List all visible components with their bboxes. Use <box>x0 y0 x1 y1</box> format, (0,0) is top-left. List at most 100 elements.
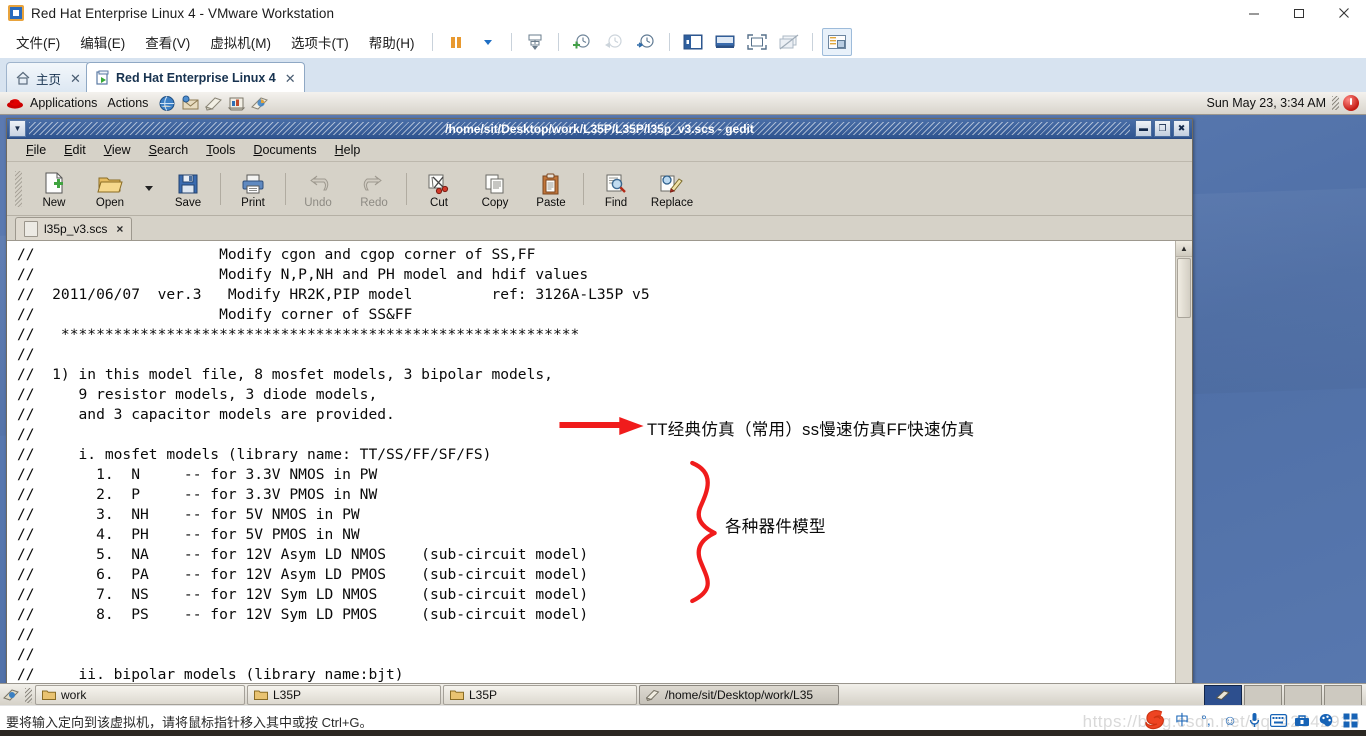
ime-mode-chinese[interactable]: 中 <box>1171 709 1193 731</box>
stretch-icon[interactable] <box>775 29 803 55</box>
magnifier-icon <box>604 169 628 195</box>
impress-icon[interactable] <box>227 95 246 112</box>
pause-icon[interactable] <box>442 29 470 55</box>
sidebar-icon[interactable] <box>679 29 707 55</box>
scroll-up-button[interactable]: ▲ <box>1176 241 1192 257</box>
unity-icon[interactable] <box>711 29 739 55</box>
replace-icon <box>659 169 685 195</box>
calc-icon[interactable] <box>250 95 269 112</box>
minimize-button[interactable] <box>1231 0 1276 26</box>
ime-toolbox[interactable] <box>1291 709 1313 731</box>
document-tab[interactable]: l35p_v3.scs × <box>15 217 133 240</box>
vmware-icon <box>8 5 24 21</box>
ime-emoji[interactable]: ☺ <box>1219 709 1241 731</box>
close-button[interactable]: ✖ <box>1173 120 1190 137</box>
snapshot-add-icon[interactable] <box>568 29 596 55</box>
copy-icon <box>483 169 507 195</box>
taskbar-item-l35p-2[interactable]: L35P <box>443 685 637 705</box>
window-menu-icon[interactable]: ▼ <box>9 120 26 137</box>
tab-home[interactable]: 主页 ✕ <box>6 62 90 93</box>
document-icon <box>24 221 38 237</box>
taskbar-item-gedit[interactable]: /home/sit/Desktop/work/L35 <box>639 685 839 705</box>
editor-text[interactable]: // Modify cgon and cgop corner of SS,FF … <box>7 241 1175 706</box>
taskbar-item-l35p-1[interactable]: L35P <box>247 685 441 705</box>
close-button[interactable] <box>1321 0 1366 26</box>
menu-file[interactable]: 文件(F) <box>6 32 70 52</box>
workspace-1[interactable] <box>1204 685 1242 706</box>
redhat-icon[interactable] <box>6 96 24 110</box>
gedit-document-tabbar: l35p_v3.scs × <box>7 216 1192 241</box>
snapshot-revert-icon[interactable] <box>600 29 628 55</box>
gedit-menu-help[interactable]: Help <box>326 143 370 157</box>
cut-button-label: Cut <box>430 196 448 209</box>
shutdown-icon[interactable] <box>1343 95 1359 111</box>
snapshot-manage-icon[interactable] <box>632 29 660 55</box>
menu-tabs[interactable]: 选项卡(T) <box>281 32 359 52</box>
new-button[interactable]: New <box>26 164 82 213</box>
scrollbar-thumb[interactable] <box>1177 258 1191 318</box>
maximize-button[interactable]: ❐ <box>1154 120 1171 137</box>
toolbar-grip[interactable] <box>15 170 22 207</box>
paste-button[interactable]: Paste <box>523 164 579 213</box>
close-icon[interactable]: ✕ <box>285 72 296 85</box>
gedit-icon <box>645 689 660 702</box>
gedit-menu-search[interactable]: Search <box>140 143 198 157</box>
gedit-menu-file[interactable]: File <box>17 143 55 157</box>
tab-rhel4[interactable]: Red Hat Enterprise Linux 4 ✕ <box>86 62 305 93</box>
workspace-3[interactable] <box>1284 685 1322 706</box>
sogou-logo-icon[interactable] <box>1142 708 1168 732</box>
toolbar-divider-2 <box>285 172 286 205</box>
copy-button[interactable]: Copy <box>467 164 523 213</box>
gedit-menu-edit[interactable]: Edit <box>55 143 95 157</box>
open-button[interactable]: Open <box>82 164 138 213</box>
gedit-menu-documents[interactable]: Documents <box>244 143 325 157</box>
ime-soft-keyboard[interactable] <box>1267 709 1289 731</box>
workspace-2[interactable] <box>1244 685 1282 706</box>
panel-clock[interactable]: Sun May 23, 3:34 AM <box>1206 96 1326 110</box>
gnome-bottom-panel: work L35P L35P /home/sit/Desktop/work/L3… <box>0 683 1366 706</box>
ime-skin[interactable] <box>1315 709 1337 731</box>
undo-arrow-icon <box>306 169 330 195</box>
workspace-4[interactable] <box>1324 685 1362 706</box>
ime-voice[interactable] <box>1243 709 1265 731</box>
taskbar-item-work[interactable]: work <box>35 685 245 705</box>
save-button-label: Save <box>174 196 202 209</box>
gedit-titlebar: ▼ /home/sit/Desktop/work/L35P/L35P/l35p_… <box>7 119 1192 139</box>
gedit-menu-view[interactable]: View <box>95 143 140 157</box>
minimize-button[interactable]: ▬ <box>1135 120 1152 137</box>
menu-vm[interactable]: 虚拟机(M) <box>200 32 281 52</box>
chevron-down-icon[interactable] <box>474 29 502 55</box>
cut-button[interactable]: Cut <box>411 164 467 213</box>
gedit-menu-tools[interactable]: Tools <box>197 143 244 157</box>
panel-right-area: Sun May 23, 3:34 AM <box>1206 92 1366 114</box>
menu-view[interactable]: 查看(V) <box>135 32 200 52</box>
toolbar-divider-1 <box>220 172 221 205</box>
keyboard-send-icon[interactable] <box>521 29 549 55</box>
writer-icon[interactable] <box>204 95 223 112</box>
find-button[interactable]: Find <box>588 164 644 213</box>
browser-icon[interactable] <box>158 95 177 112</box>
save-button[interactable]: Save <box>160 164 216 213</box>
menubar-divider-5 <box>811 33 813 51</box>
ime-menu[interactable] <box>1339 709 1361 731</box>
replace-button[interactable]: Replace <box>644 164 700 213</box>
close-icon[interactable]: × <box>116 223 123 235</box>
panel-grip <box>1332 96 1339 110</box>
menu-help[interactable]: 帮助(H) <box>359 32 425 52</box>
applications-menu[interactable]: Applications <box>28 96 105 110</box>
menu-edit[interactable]: 编辑(E) <box>70 32 135 52</box>
open-recent-dropdown[interactable] <box>138 164 160 213</box>
show-desktop-icon[interactable] <box>0 685 22 705</box>
library-icon[interactable] <box>821 28 852 56</box>
ime-punctuation[interactable]: °, <box>1195 709 1217 731</box>
gedit-toolbar: New Open Save Print Undo Redo Cut Copy P… <box>7 162 1192 216</box>
print-button[interactable]: Print <box>225 164 281 213</box>
fullscreen-icon[interactable] <box>743 29 771 55</box>
maximize-button[interactable] <box>1276 0 1321 26</box>
close-icon[interactable]: ✕ <box>70 72 81 85</box>
folder-icon <box>254 689 268 701</box>
mail-icon[interactable] <box>181 95 200 112</box>
editor-scrollbar[interactable]: ▲ ▼ <box>1175 241 1192 706</box>
actions-menu[interactable]: Actions <box>105 96 156 110</box>
clipboard-icon <box>539 169 563 195</box>
